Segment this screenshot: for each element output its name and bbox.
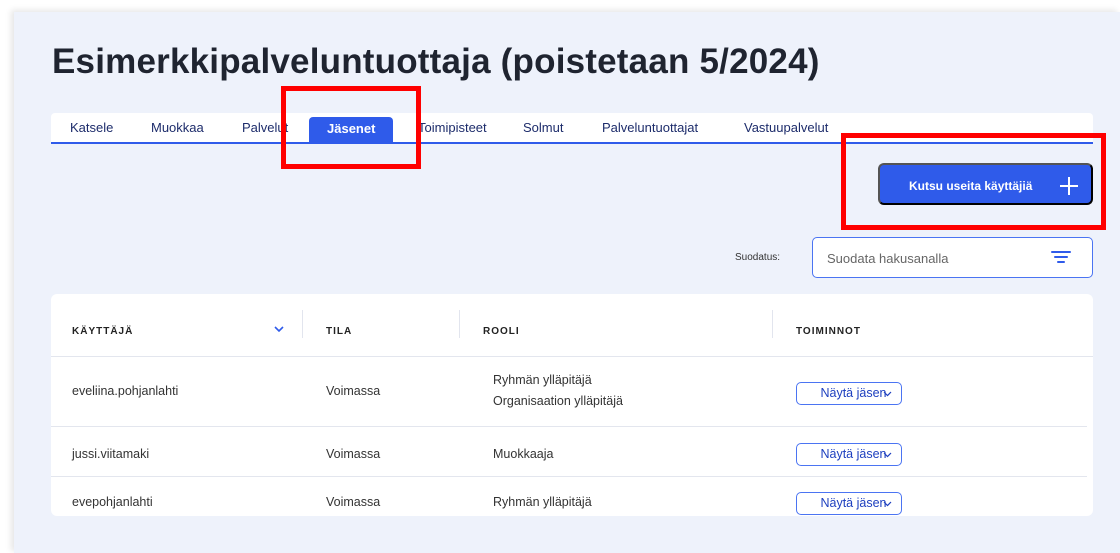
row-divider (51, 356, 1093, 357)
filter-label: Suodatus: (735, 252, 781, 263)
role-cell: Ryhmän ylläpitäjä (493, 495, 592, 509)
column-divider (459, 310, 460, 338)
role-cell: Ryhmän ylläpitäjä Organisaation ylläpitä… (493, 370, 623, 412)
show-member-button[interactable]: Näytä jäsen (796, 382, 902, 405)
column-divider (302, 310, 303, 338)
highlight-box-members-tab (281, 86, 421, 169)
status-cell: Voimassa (326, 384, 381, 398)
row-divider (51, 476, 1087, 477)
row-divider (51, 426, 1087, 427)
tab-vastuupalvelut[interactable]: Vastuupalvelut (744, 118, 828, 142)
show-member-label: Näytä jäsen (820, 386, 887, 400)
user-cell: evepohjanlahti (72, 495, 153, 509)
tab-solmut[interactable]: Solmut (523, 118, 563, 142)
show-member-label: Näytä jäsen (820, 496, 887, 510)
chevron-down-icon (883, 501, 892, 507)
filter-input[interactable] (827, 248, 1047, 268)
filter-icon[interactable] (1051, 250, 1071, 266)
role-cell: Muokkaaja (493, 447, 554, 461)
show-member-label: Näytä jäsen (820, 447, 887, 461)
role-item: Ryhmän ylläpitäjä (493, 373, 592, 387)
chevron-down-icon[interactable] (273, 324, 285, 334)
user-cell: eveliina.pohjanlahti (72, 384, 179, 398)
role-item: Organisaation ylläpitäjä (493, 394, 623, 408)
chevron-down-icon (883, 391, 892, 397)
tab-katsele[interactable]: Katsele (70, 118, 113, 142)
header-actions: TOIMINNOT (796, 326, 861, 337)
show-member-button[interactable]: Näytä jäsen (796, 443, 902, 466)
tab-toimipisteet[interactable]: Toimipisteet (418, 118, 487, 142)
members-table: KÄYTTÄJÄ TILA ROOLI TOIMINNOT eveliina.p… (51, 294, 1093, 516)
tab-palveluntuottajat[interactable]: Palveluntuottajat (602, 118, 698, 142)
tab-muokkaa[interactable]: Muokkaa (151, 118, 204, 142)
header-status: TILA (326, 326, 353, 337)
highlight-box-invite-button (841, 133, 1106, 230)
status-cell: Voimassa (326, 495, 381, 509)
header-user: KÄYTTÄJÄ (72, 326, 134, 337)
page-title: Esimerkkipalveluntuottaja (poistetaan 5/… (52, 42, 820, 81)
show-member-button[interactable]: Näytä jäsen (796, 492, 902, 515)
page-background: Esimerkkipalveluntuottaja (poistetaan 5/… (14, 12, 1120, 553)
header-role: ROOLI (483, 326, 520, 337)
status-cell: Voimassa (326, 447, 381, 461)
filter-field (812, 237, 1093, 278)
chevron-down-icon (883, 452, 892, 458)
user-cell: jussi.viitamaki (72, 447, 150, 461)
column-divider (772, 310, 773, 338)
